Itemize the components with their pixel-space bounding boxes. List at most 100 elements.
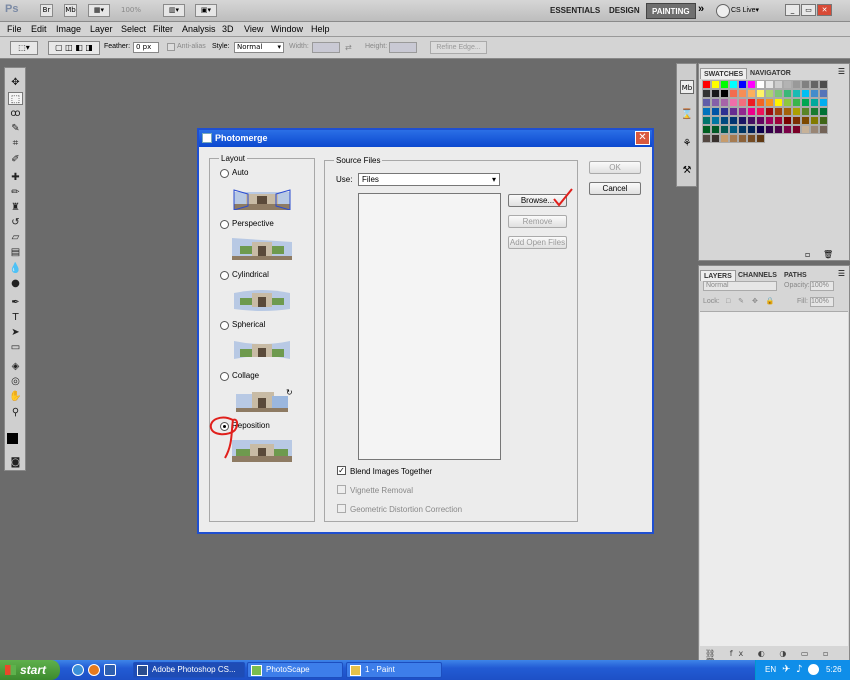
lasso-tool-icon[interactable]: ꝏ [8,107,23,120]
swatch-1-7[interactable] [765,89,774,98]
clone-stamp-tool-icon[interactable]: ♜ [8,201,23,214]
close-button[interactable]: ✕ [817,4,832,16]
swatch-6-6[interactable] [756,134,765,143]
swatch-0-1[interactable] [711,80,720,89]
mini-bridge-button[interactable]: Mb [64,4,77,17]
swatch-2-6[interactable] [756,98,765,107]
radio-perspective[interactable] [220,220,229,229]
swatch-6-0[interactable] [702,134,711,143]
swatch-2-1[interactable] [711,98,720,107]
network-icon[interactable]: ✈ [782,664,790,675]
opacity-input[interactable]: 100% [810,281,834,291]
swatch-5-0[interactable] [702,125,711,134]
blur-tool-icon[interactable]: 💧 [8,262,23,275]
menu-filter[interactable]: Filter [153,24,173,34]
menu-edit[interactable]: Edit [31,24,47,34]
swatch-0-6[interactable] [756,80,765,89]
history-brush-tool-icon[interactable]: ↺ [8,216,23,229]
marquee-tool-icon[interactable]: ⬚ [8,92,23,105]
panel-menu-icon[interactable]: ☰ [838,67,845,76]
firefox-icon[interactable] [88,664,100,676]
layers-list[interactable] [700,311,848,646]
show-desktop-icon[interactable] [104,664,116,676]
swatch-1-1[interactable] [711,89,720,98]
swatch-2-11[interactable] [801,98,810,107]
swatch-2-2[interactable] [720,98,729,107]
path-selection-tool-icon[interactable]: ➤ [8,326,23,339]
swatch-5-4[interactable] [738,125,747,134]
swatch-3-12[interactable] [810,107,819,116]
swatch-6-4[interactable] [738,134,747,143]
swatch-0-9[interactable] [783,80,792,89]
view-extras-button[interactable]: ▦▾ [88,4,110,17]
swatch-0-4[interactable] [738,80,747,89]
swatch-0-2[interactable] [720,80,729,89]
anti-alias-checkbox[interactable] [167,43,175,51]
swatch-5-13[interactable] [819,125,828,134]
pen-tool-icon[interactable]: ✒ [8,296,23,309]
swatch-1-8[interactable] [774,89,783,98]
swatch-6-5[interactable] [747,134,756,143]
tab-navigator[interactable]: NAVIGATOR [747,68,794,79]
swatch-3-0[interactable] [702,107,711,116]
swatch-1-13[interactable] [819,89,828,98]
fill-input[interactable]: 100% [810,297,834,307]
refine-edge-button[interactable]: Refine Edge... [430,41,487,54]
tab-swatches[interactable]: SWATCHES [700,68,748,79]
swatch-5-7[interactable] [765,125,774,134]
swatch-0-3[interactable] [729,80,738,89]
swatch-3-9[interactable] [783,107,792,116]
volume-icon[interactable]: ♪ [796,664,802,675]
dodge-tool-icon[interactable]: ● [8,277,23,290]
swatch-6-3[interactable] [729,134,738,143]
taskbar-item-paint[interactable]: 1 - Paint [346,662,442,678]
swatch-0-13[interactable] [819,80,828,89]
swatch-4-10[interactable] [792,116,801,125]
radio-auto[interactable] [220,169,229,178]
bridge-button[interactable]: Br [40,4,53,17]
source-files-list[interactable] [358,193,501,460]
swatch-5-8[interactable] [774,125,783,134]
swatch-2-10[interactable] [792,98,801,107]
swatch-5-5[interactable] [747,125,756,134]
swatch-0-11[interactable] [801,80,810,89]
swatch-2-3[interactable] [729,98,738,107]
use-select[interactable]: Files ▾ [358,173,500,186]
swatch-1-0[interactable] [702,89,711,98]
blend-mode-select[interactable]: Normal [703,281,777,291]
swatch-3-2[interactable] [720,107,729,116]
swatch-4-7[interactable] [765,116,774,125]
style-select[interactable]: Normal ▾ [234,42,284,53]
swatch-4-5[interactable] [747,116,756,125]
lock-icons[interactable]: □ ✎ ✥ 🔒 [726,295,778,309]
radio-cylindrical[interactable] [220,271,229,280]
swap-icon[interactable]: ⇄ [345,43,352,52]
swatch-0-5[interactable] [747,80,756,89]
swatch-6-2[interactable] [720,134,729,143]
radio-collage[interactable] [220,372,229,381]
remove-button[interactable]: Remove [508,215,567,228]
swatch-2-9[interactable] [783,98,792,107]
height-input[interactable] [389,42,417,53]
taskbar-item-photoscape[interactable]: PhotoScape [247,662,343,678]
tool-preset-picker[interactable]: ⬚▾ [10,41,38,55]
swatch-4-6[interactable] [756,116,765,125]
menu-select[interactable]: Select [121,24,146,34]
swatch-4-8[interactable] [774,116,783,125]
shape-tool-icon[interactable]: ▭ [8,341,23,354]
swatch-1-4[interactable] [738,89,747,98]
feather-input[interactable]: 0 px [133,42,159,53]
menu-help[interactable]: Help [311,24,330,34]
brush-tool-icon[interactable]: ✏ [8,186,23,199]
panel-menu-icon[interactable]: ☰ [838,269,845,278]
swatch-5-6[interactable] [756,125,765,134]
swatch-3-4[interactable] [738,107,747,116]
swatch-3-1[interactable] [711,107,720,116]
dialog-title-bar[interactable]: Photomerge ✕ [199,130,652,147]
swatch-1-12[interactable] [810,89,819,98]
crop-tool-icon[interactable]: ⌗ [8,137,23,150]
quick-selection-tool-icon[interactable]: ✎ [8,122,23,135]
swatch-3-10[interactable] [792,107,801,116]
mini-bridge-panel-icon[interactable]: Mb [680,80,694,94]
start-button[interactable]: start [0,660,60,680]
